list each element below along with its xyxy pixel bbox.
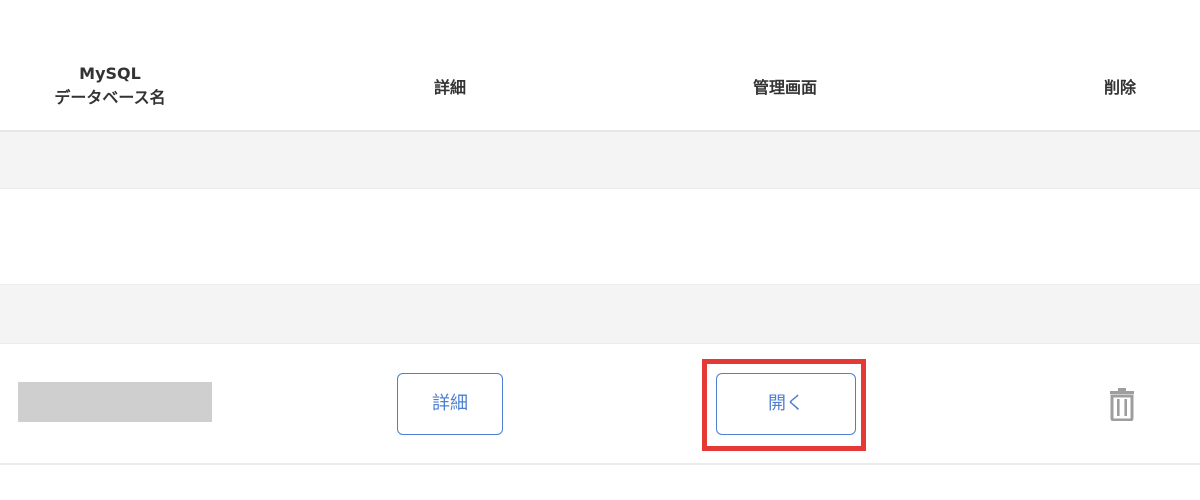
open-admin-button[interactable]: 開く [716,373,856,435]
redacted-database-name [18,382,212,422]
database-table: MySQL データベース名 詳細 管理画面 削除 詳細 開く [0,0,1200,500]
trash-icon [1110,388,1134,422]
table-row-empty [0,132,1200,189]
table-row: 詳細 開く [0,344,1200,465]
column-header-db-line1: MySQL [79,64,141,83]
column-header-delete: 削除 [1103,78,1136,97]
delete-button[interactable] [1107,387,1137,422]
column-header-db-line2: データベース名 [54,88,166,107]
detail-button[interactable]: 詳細 [397,373,503,435]
table-header: MySQL データベース名 詳細 管理画面 削除 [0,0,1200,132]
table-row-empty [0,285,1200,344]
column-header-admin: 管理画面 [752,78,817,97]
table-row-empty [0,189,1200,285]
column-header-database-name: MySQL データベース名 [20,62,200,110]
column-header-detail: 詳細 [433,78,466,97]
